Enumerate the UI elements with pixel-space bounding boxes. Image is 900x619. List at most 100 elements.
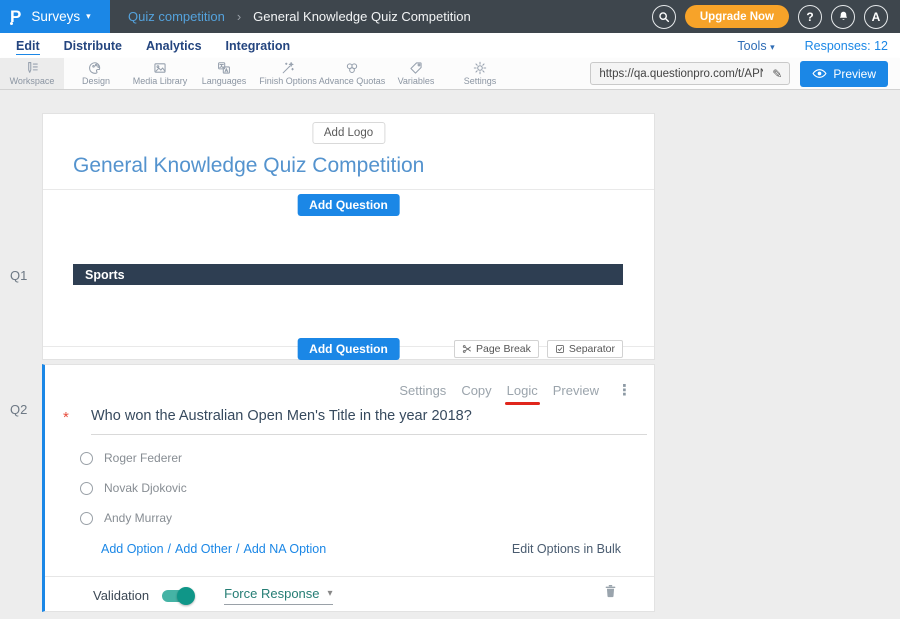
breadcrumb-parent-link[interactable]: Quiz competition xyxy=(128,9,225,24)
tab-analytics[interactable]: Analytics xyxy=(134,39,214,53)
survey-url-box: ✎ xyxy=(590,62,790,85)
toolbar-item-media-library[interactable]: Media Library xyxy=(128,58,192,89)
toolbar-item-variables[interactable]: Variables xyxy=(384,58,448,89)
edit-options-in-bulk-link[interactable]: Edit Options in Bulk xyxy=(512,542,621,556)
tools-menu[interactable]: Tools ▾ xyxy=(737,39,774,53)
toolbar-item-design[interactable]: Design xyxy=(64,58,128,89)
question-2-id-label: Q2 xyxy=(10,402,27,417)
toolbar-right-group: ✎ Preview xyxy=(590,58,900,89)
question-1-id-label: Q1 xyxy=(10,268,27,283)
toolbar-item-workspace[interactable]: Workspace xyxy=(0,58,64,89)
app-window: P Surveys ▾ Quiz competition › General K… xyxy=(0,0,900,619)
radio-button-icon[interactable] xyxy=(80,482,93,495)
option-links-group: Add Option / Add Other / Add NA Option xyxy=(101,542,326,556)
question-text-input[interactable]: Who won the Australian Open Men's Title … xyxy=(91,408,647,435)
add-other-link[interactable]: Add Other xyxy=(175,542,232,556)
more-options-icon[interactable]: ⋮ xyxy=(617,381,632,399)
survey-header-card: Add Logo General Knowledge Quiz Competit… xyxy=(42,113,655,360)
breadcrumb-current-title: General Knowledge Quiz Competition xyxy=(253,9,471,24)
section-divider xyxy=(43,189,654,190)
question-settings-link[interactable]: Settings xyxy=(399,383,446,398)
answer-option-row[interactable]: Roger Federer xyxy=(80,451,182,465)
responses-count-link[interactable]: Responses: 12 xyxy=(805,39,888,53)
break-buttons-group: Page Break Separator xyxy=(454,340,623,358)
validation-row: Validation Force Response ▾ xyxy=(93,586,333,605)
search-icon xyxy=(657,10,671,24)
logo-dot xyxy=(10,22,13,25)
translate-icon xyxy=(217,61,231,75)
workspace-icon xyxy=(25,61,39,75)
magic-wand-icon xyxy=(281,61,295,75)
topbar-actions: Upgrade Now ? A xyxy=(652,5,900,29)
separator-button[interactable]: Separator xyxy=(547,340,623,358)
survey-title[interactable]: General Knowledge Quiz Competition xyxy=(73,154,424,178)
section-nav: Edit Distribute Analytics Integration To… xyxy=(0,33,900,58)
avatar-button[interactable]: A xyxy=(864,5,888,29)
add-question-button-top[interactable]: Add Question xyxy=(297,194,400,216)
help-icon: ? xyxy=(806,10,813,24)
question-preview-link[interactable]: Preview xyxy=(553,383,599,398)
product-name-label: Surveys xyxy=(31,9,80,24)
search-button[interactable] xyxy=(652,5,676,29)
surveys-product-menu[interactable]: P Surveys ▾ xyxy=(0,0,110,33)
tab-distribute[interactable]: Distribute xyxy=(52,39,134,53)
upgrade-now-button[interactable]: Upgrade Now xyxy=(685,5,789,28)
validation-type-dropdown[interactable]: Force Response ▾ xyxy=(224,586,332,605)
avatar-initial: A xyxy=(872,10,881,24)
eye-icon xyxy=(812,68,827,79)
question-1-text-bar[interactable]: Sports xyxy=(73,264,623,285)
breadcrumb: Quiz competition › General Knowledge Qui… xyxy=(128,9,471,24)
preview-button[interactable]: Preview xyxy=(800,61,888,87)
delete-question-icon[interactable] xyxy=(603,583,618,599)
validation-label: Validation xyxy=(93,588,149,603)
radio-button-icon[interactable] xyxy=(80,452,93,465)
help-button[interactable]: ? xyxy=(798,5,822,29)
add-question-button-bottom[interactable]: Add Question xyxy=(297,338,400,360)
question-2-card: Settings Copy Logic Preview ⋮ * Who won … xyxy=(42,364,655,612)
survey-editor-canvas: Q1 Q2 Add Logo General Knowledge Quiz Co… xyxy=(0,90,900,619)
link-separator: / xyxy=(236,542,239,556)
question-action-menu: Settings Copy Logic Preview ⋮ xyxy=(399,381,632,399)
tab-edit[interactable]: Edit xyxy=(4,39,52,53)
chevron-down-icon: ▾ xyxy=(770,42,775,52)
chevron-down-icon: ▾ xyxy=(328,588,333,599)
page-break-button[interactable]: Page Break xyxy=(454,340,539,358)
tab-integration[interactable]: Integration xyxy=(214,39,303,53)
add-na-option-link[interactable]: Add NA Option xyxy=(244,542,327,556)
palette-icon xyxy=(89,61,103,75)
card-footer-divider xyxy=(45,576,654,577)
questionpro-logo-icon: P xyxy=(10,8,21,25)
link-separator: / xyxy=(168,542,171,556)
answer-option-row[interactable]: Andy Murray xyxy=(80,511,172,525)
top-app-bar: P Surveys ▾ Quiz competition › General K… xyxy=(0,0,900,33)
toolbar-item-settings[interactable]: Settings xyxy=(448,58,512,89)
survey-url-input[interactable] xyxy=(591,68,765,80)
add-option-link[interactable]: Add Option xyxy=(101,542,164,556)
chevron-down-icon: ▾ xyxy=(86,11,91,22)
edit-url-icon[interactable]: ✎ xyxy=(765,67,789,81)
edit-toolbar: Workspace Design Media Library Languages… xyxy=(0,58,900,90)
notifications-button[interactable] xyxy=(831,5,855,29)
toolbar-item-finish-options[interactable]: Finish Options xyxy=(256,58,320,89)
tag-icon xyxy=(409,61,423,75)
question-logic-link[interactable]: Logic xyxy=(507,383,538,398)
required-asterisk: * xyxy=(63,408,91,435)
gear-icon xyxy=(473,61,487,75)
nav-right-group: Tools ▾ Responses: 12 xyxy=(737,39,888,53)
bell-icon xyxy=(837,10,850,23)
answer-option-row[interactable]: Novak Djokovic xyxy=(80,481,187,495)
scissors-icon xyxy=(462,344,472,354)
add-logo-button[interactable]: Add Logo xyxy=(312,122,385,144)
question-copy-link[interactable]: Copy xyxy=(461,383,491,398)
validation-toggle[interactable] xyxy=(162,590,192,602)
toolbar-item-languages[interactable]: Languages xyxy=(192,58,256,89)
image-icon xyxy=(153,61,167,75)
logic-highlight-marker xyxy=(505,402,540,405)
question-text-row: * Who won the Australian Open Men's Titl… xyxy=(63,408,647,435)
radio-button-icon[interactable] xyxy=(80,512,93,525)
chain-links-icon xyxy=(345,61,359,75)
toolbar-item-advance-quotas[interactable]: Advance Quotas xyxy=(320,58,384,89)
toggle-knob xyxy=(177,587,195,605)
breadcrumb-separator-icon: › xyxy=(237,9,241,24)
checkbox-check-icon xyxy=(555,344,565,354)
